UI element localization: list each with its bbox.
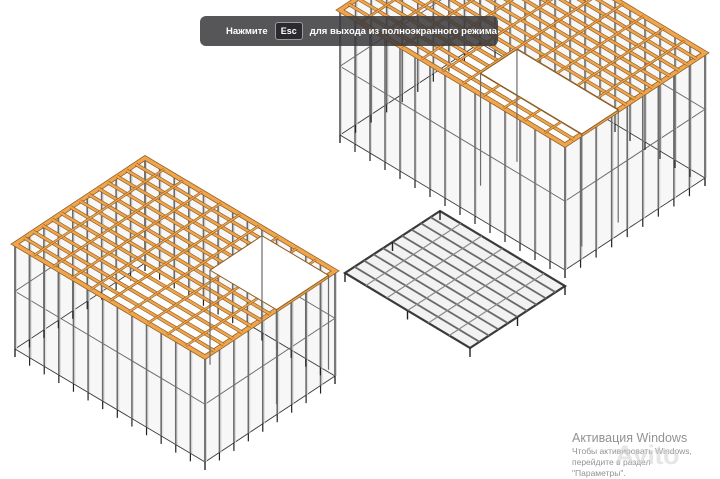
- notice-text-before: Нажмите: [226, 25, 268, 37]
- fullscreen-notice: Нажмите Esc для выхода из полноэкранного…: [200, 16, 498, 46]
- esc-key-badge[interactable]: Esc: [274, 22, 303, 40]
- image-viewer: Нажмите Esc для выхода из полноэкранного…: [0, 0, 720, 478]
- house-frame-drawing: [10, 0, 710, 470]
- notice-text-after: для выхода из полноэкранного режима: [309, 25, 497, 37]
- frame-model-left: [10, 155, 340, 470]
